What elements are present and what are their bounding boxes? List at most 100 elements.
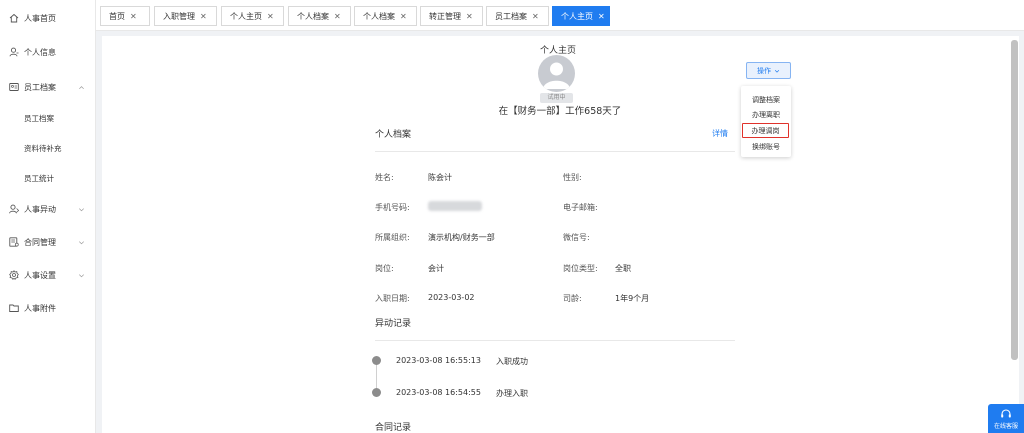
close-icon[interactable]: ✕ <box>267 12 274 21</box>
sidebar-subitem-label: 员工统计 <box>24 173 54 183</box>
contract-icon <box>9 237 19 247</box>
tab-onboarding-management[interactable]: 入职管理 ✕ <box>154 6 217 26</box>
sidebar-item-label: 人事首页 <box>24 13 56 23</box>
sidebar-subitem-label: 员工档案 <box>24 113 54 123</box>
chevron-down-icon <box>77 238 85 246</box>
tab-regularization-management[interactable]: 转正管理 ✕ <box>420 6 483 26</box>
field-label-name: 姓名: <box>375 173 394 182</box>
tab-label: 员工档案 <box>495 11 527 21</box>
close-icon[interactable]: ✕ <box>532 12 539 21</box>
sidebar-item-employee-archive[interactable]: 员工档案 <box>0 76 96 98</box>
divider <box>375 340 735 341</box>
chevron-up-icon <box>77 83 85 91</box>
menu-item-adjust-archive[interactable]: 调整档案 <box>741 92 791 107</box>
field-label-phone: 手机号码: <box>375 203 410 212</box>
sidebar-item-label: 员工档案 <box>24 82 56 92</box>
tab-home[interactable]: 首页 ✕ <box>100 6 150 26</box>
field-value-hire-date: 2023-03-02 <box>428 293 475 302</box>
close-icon[interactable]: ✕ <box>466 12 473 21</box>
tab-personal-archive-2[interactable]: 个人档案 ✕ <box>354 6 417 26</box>
record-event: 入职成功 <box>496 357 528 366</box>
status-badge: 试用中 <box>540 93 573 103</box>
sidebar-subitem-employee-archive[interactable]: 员工档案 <box>0 109 96 127</box>
tab-label: 个人档案 <box>363 11 395 21</box>
sidebar-item-contract-management[interactable]: 合同管理 <box>0 231 96 253</box>
close-icon[interactable]: ✕ <box>334 12 341 21</box>
field-value-organization: 演示机构/财务一部 <box>428 233 495 242</box>
field-label-organization: 所属组织: <box>375 233 410 242</box>
sidebar-subitem-label: 资料待补充 <box>24 143 62 153</box>
actions-dropdown-menu: 调整档案 办理离职 办理调岗 换绑账号 <box>741 86 791 157</box>
record-time: 2023-03-08 16:54:55 <box>396 388 481 397</box>
menu-item-transfer-post[interactable]: 办理调岗 <box>742 123 789 138</box>
chevron-down-icon <box>774 68 780 74</box>
contract-records-title: 合同记录 <box>375 423 412 433</box>
online-support-label: 在线客服 <box>993 422 1018 430</box>
archive-section-title: 个人档案 <box>375 130 412 140</box>
online-support-button[interactable]: 在线客服 <box>988 404 1024 433</box>
field-value-name: 陈会计 <box>428 173 452 182</box>
sidebar-item-label: 合同管理 <box>24 237 56 247</box>
tab-label: 个人档案 <box>297 11 329 21</box>
field-value-position: 会计 <box>428 264 444 273</box>
sidebar-item-label: 人事设置 <box>24 270 56 280</box>
tab-bar: 首页 ✕ 入职管理 ✕ 个人主页 ✕ 个人档案 ✕ 个人档案 ✕ 转正管理 ✕ 员工档案 ✕ … <box>96 0 1024 31</box>
chevron-down-icon <box>77 271 85 279</box>
field-label-email: 电子邮箱: <box>563 203 598 212</box>
sidebar-item-hr-changes[interactable]: 人事异动 <box>0 198 96 220</box>
tab-label: 入职管理 <box>163 11 195 21</box>
avatar <box>538 55 575 92</box>
user-icon <box>9 47 19 57</box>
sidebar-item-personal-info[interactable]: 个人信息 <box>0 41 96 63</box>
record-event: 办理入职 <box>496 389 528 398</box>
change-records-title: 异动记录 <box>375 319 412 329</box>
close-icon[interactable]: ✕ <box>400 12 407 21</box>
field-value-position-type: 全职 <box>615 264 631 273</box>
actions-dropdown-button[interactable]: 操作 <box>746 62 791 79</box>
sidebar-item-hr-settings[interactable]: 人事设置 <box>0 264 96 286</box>
divider <box>375 151 735 152</box>
sidebar-subitem-employee-stats[interactable]: 员工统计 <box>0 169 96 187</box>
menu-item-rebind-account[interactable]: 换绑账号 <box>741 139 791 154</box>
timeline-dot <box>372 356 381 365</box>
tab-personal-archive[interactable]: 个人档案 ✕ <box>288 6 351 26</box>
folder-icon <box>9 303 19 313</box>
sidebar: 人事首页 个人信息 员工档案 员工档案 资料待补充 员工统计 人事异动 合同管理… <box>0 0 96 433</box>
home-icon <box>9 13 19 23</box>
tab-label: 转正管理 <box>429 11 461 21</box>
tab-employee-archive[interactable]: 员工档案 ✕ <box>486 6 549 26</box>
page-title: 个人主页 <box>539 46 576 56</box>
sidebar-item-label: 个人信息 <box>24 47 56 57</box>
field-label-hire-date: 入职日期: <box>375 294 410 303</box>
timeline-dot <box>372 388 381 397</box>
field-label-seniority: 司龄: <box>563 294 582 303</box>
sidebar-item-hr-attachments[interactable]: 人事附件 <box>0 297 96 319</box>
headset-icon <box>1000 408 1012 420</box>
field-label-position: 岗位: <box>375 264 394 273</box>
field-label-gender: 性别: <box>563 173 582 182</box>
sidebar-subitem-pending-data[interactable]: 资料待补充 <box>0 139 96 157</box>
tab-label: 个人主页 <box>230 11 262 21</box>
details-link[interactable]: 详情 <box>712 128 728 139</box>
actions-button-label: 操作 <box>757 66 771 75</box>
close-icon[interactable]: ✕ <box>200 12 207 21</box>
id-card-icon <box>9 82 19 92</box>
vertical-scrollbar[interactable] <box>1011 40 1018 360</box>
sidebar-item-label: 人事异动 <box>24 204 56 214</box>
field-value-seniority: 1年9个月 <box>615 294 650 303</box>
close-icon[interactable]: ✕ <box>130 12 137 21</box>
field-label-wechat: 微信号: <box>563 233 590 242</box>
tab-personal-home[interactable]: 个人主页 ✕ <box>221 6 284 26</box>
record-time: 2023-03-08 16:55:13 <box>396 356 481 365</box>
user-transfer-icon <box>9 204 19 214</box>
chevron-down-icon <box>77 205 85 213</box>
tab-personal-home-active[interactable]: 个人主页 ✕ <box>552 6 610 26</box>
tab-label: 首页 <box>109 11 125 21</box>
work-duration-text: 在【财务一部】工作658天了 <box>498 106 622 117</box>
sidebar-item-hr-home[interactable]: 人事首页 <box>0 7 96 29</box>
field-label-position-type: 岗位类型: <box>563 264 598 273</box>
tab-label: 个人主页 <box>561 11 593 21</box>
sidebar-item-label: 人事附件 <box>24 303 56 313</box>
close-icon[interactable]: ✕ <box>598 12 605 21</box>
menu-item-resignation[interactable]: 办理离职 <box>741 107 791 122</box>
